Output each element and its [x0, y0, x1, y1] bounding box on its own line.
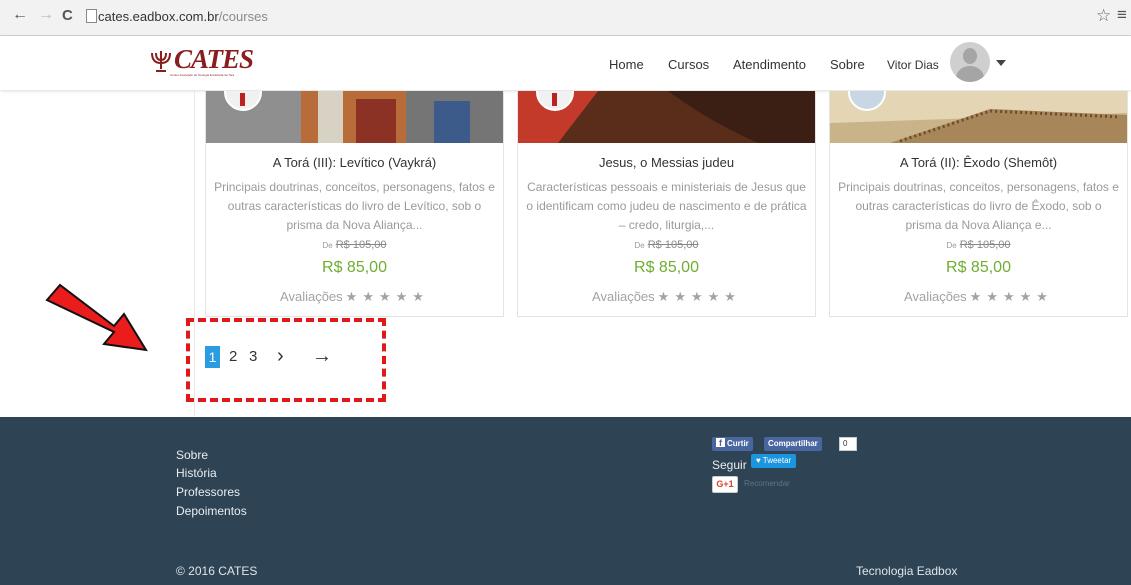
url-domain: cates.eadbox.com.br [98, 9, 219, 24]
old-price: De R$ 105,00 [206, 239, 503, 251]
course-price: R$ 85,00 [322, 259, 387, 276]
facebook-icon: f [716, 438, 725, 448]
old-price: De R$ 105,00 [830, 239, 1127, 251]
tweet-button[interactable]: ♥ Tweetar [751, 454, 797, 468]
menu-icon[interactable]: ≡ [1117, 5, 1127, 25]
address-bar[interactable]: cates.eadbox.com.br/courses [98, 9, 268, 24]
old-price-value: R$ 105,00 [335, 239, 387, 251]
course-card[interactable]: Jesus, o Messias judeu Características p… [517, 91, 816, 317]
nav-home[interactable]: Home [609, 57, 644, 72]
facebook-like-button[interactable]: f Curtir [712, 437, 753, 451]
old-price-label: De [946, 241, 957, 250]
rating-stars-icon[interactable]: ★★★★★ [346, 289, 429, 304]
course-description: Características pessoais e ministeriais … [526, 180, 807, 232]
site-logo[interactable]: CATES Centro Avançado de Teologia Enraiz… [148, 44, 254, 80]
annotation-arrow-icon [45, 283, 148, 352]
course-rating: Avaliações ★★★★★ [206, 289, 503, 305]
course-card[interactable]: A Torá (III): Levítico (Vaykrá) Principa… [205, 91, 504, 317]
footer-link-professores[interactable]: Professores [176, 485, 240, 499]
follow-label: Seguir [712, 458, 747, 472]
course-price: R$ 85,00 [946, 259, 1011, 276]
reload-icon[interactable]: C [62, 7, 73, 24]
old-price: De R$ 105,00 [518, 239, 815, 251]
footer-link-sobre[interactable]: Sobre [176, 448, 208, 462]
nav-sobre[interactable]: Sobre [830, 57, 865, 72]
nav-atendimento[interactable]: Atendimento [733, 57, 806, 72]
page-icon [86, 9, 97, 23]
powered-by-text[interactable]: Tecnologia Eadbox [856, 564, 957, 578]
browser-toolbar: ← → C cates.eadbox.com.br/courses ☆ ≡ [0, 0, 1131, 36]
annotation-dashed-box [186, 318, 386, 402]
old-price-value: R$ 105,00 [959, 239, 1011, 251]
course-title[interactable]: A Torá (III): Levítico (Vaykrá) [206, 155, 503, 170]
bookmark-star-icon[interactable]: ☆ [1096, 6, 1111, 26]
old-price-label: De [322, 241, 333, 250]
course-image[interactable] [518, 91, 815, 143]
twitter-bird-icon: ♥ [756, 456, 761, 465]
rating-label: Avaliações [904, 289, 967, 304]
rating-stars-icon[interactable]: ★★★★★ [970, 289, 1053, 304]
facebook-share-button[interactable]: Compartilhar [764, 437, 822, 451]
course-title[interactable]: A Torá (II): Êxodo (Shemôt) [830, 155, 1127, 170]
site-header: CATES Centro Avançado de Teologia Enraiz… [0, 36, 1131, 90]
menorah-icon [151, 51, 171, 72]
rating-label: Avaliações [280, 289, 343, 304]
user-avatar[interactable] [950, 42, 990, 82]
nav-cursos[interactable]: Cursos [668, 57, 709, 72]
footer-link-depoimentos[interactable]: Depoimentos [176, 504, 247, 518]
old-price-label: De [634, 241, 645, 250]
logo-subtext: Centro Avançado de Teologia Enraizada da… [170, 73, 235, 77]
back-icon[interactable]: ← [12, 6, 28, 24]
google-plus-button[interactable]: G+1 [712, 476, 738, 493]
recommend-label: Recomendar [744, 479, 790, 488]
rating-label: Avaliações [592, 289, 655, 304]
course-title[interactable]: Jesus, o Messias judeu [518, 155, 815, 170]
course-price: R$ 85,00 [634, 259, 699, 276]
copyright-text: © 2016 CATES [176, 564, 258, 578]
caret-down-icon[interactable] [996, 60, 1006, 66]
forward-icon[interactable]: → [38, 6, 54, 24]
user-name[interactable]: Vitor Dias [887, 58, 939, 72]
course-card[interactable]: A Torá (II): Êxodo (Shemôt) Principais d… [829, 91, 1128, 317]
old-price-value: R$ 105,00 [647, 239, 699, 251]
footer-link-historia[interactable]: História [176, 466, 217, 480]
logo-text: CATES [174, 44, 254, 74]
course-rating: Avaliações ★★★★★ [518, 289, 815, 305]
site-footer: Sobre História Professores Depoimentos f… [0, 417, 1131, 585]
course-image[interactable] [830, 91, 1127, 143]
course-image[interactable] [206, 91, 503, 143]
share-count: 0 [839, 437, 857, 451]
rating-stars-icon[interactable]: ★★★★★ [658, 289, 741, 304]
course-rating: Avaliações ★★★★★ [830, 289, 1127, 305]
course-description: Principais doutrinas, conceitos, persona… [838, 180, 1119, 232]
url-path: /courses [218, 9, 268, 24]
tweet-label: Tweetar [762, 456, 792, 465]
course-description: Principais doutrinas, conceitos, persona… [214, 180, 495, 232]
facebook-like-label: Curtir [727, 439, 749, 448]
